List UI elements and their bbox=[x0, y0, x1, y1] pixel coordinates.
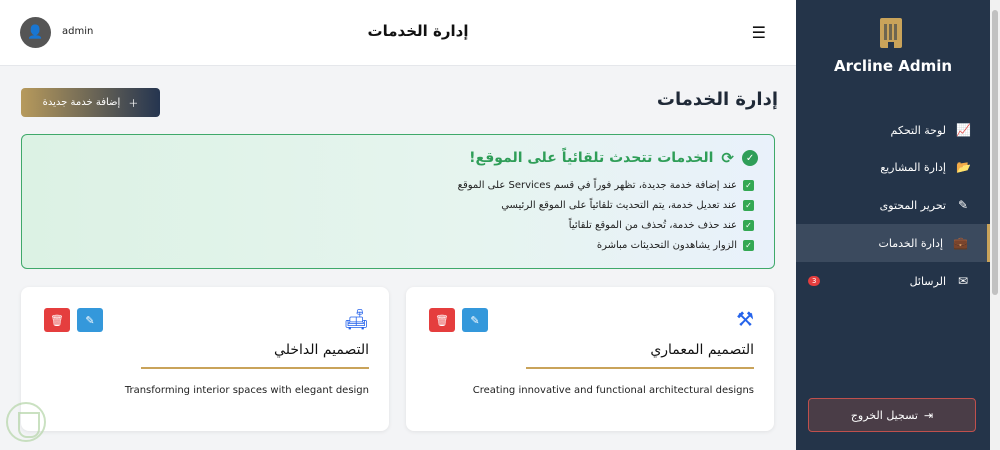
service-title: التصميم الداخلي bbox=[274, 342, 369, 358]
edit-button[interactable]: ✎ bbox=[77, 308, 103, 332]
page-title: إدارة الخدمات bbox=[656, 89, 778, 110]
brand-title: Arcline Admin bbox=[833, 57, 953, 75]
service-card: ⚒ 🗑 ✎ التصميم المعماري Creating innovati… bbox=[406, 287, 774, 431]
header-title: إدارة الخدمات bbox=[367, 22, 469, 40]
hamburger-menu-icon[interactable]: ☰ bbox=[752, 23, 766, 42]
divider bbox=[526, 367, 754, 369]
sidebar-item-projects[interactable]: إدارة المشاريع 📂 bbox=[796, 148, 990, 186]
auto-update-alert: ✓ ⟳ الخدمات تتحدث تلقائياً على الموقع! ✓… bbox=[21, 134, 775, 269]
alert-list-item: ✓ عند إضافة خدمة جديدة، تظهر فوراً في قسم… bbox=[38, 175, 754, 195]
service-title: التصميم المعماري bbox=[650, 342, 754, 358]
edit-button[interactable]: ✎ bbox=[462, 308, 488, 332]
add-service-label: إضافة خدمة جديدة bbox=[42, 97, 121, 108]
alert-list-item: ✓ عند تعديل خدمة، يتم التحديث تلقائياً عل… bbox=[38, 195, 754, 215]
plus-icon: ＋ bbox=[128, 99, 139, 110]
briefcase-icon: 💼 bbox=[953, 236, 968, 250]
chart-line-icon: 📈 bbox=[956, 123, 971, 137]
sidebar-item-label: إدارة الخدمات bbox=[878, 236, 943, 250]
sidebar-item-label: الرسائل bbox=[909, 274, 946, 288]
folder-icon: 📂 bbox=[956, 160, 971, 174]
edit-icon: ✎ bbox=[470, 313, 480, 327]
sign-out-icon: ⇥ bbox=[923, 408, 934, 422]
scrollbar[interactable] bbox=[990, 0, 1000, 450]
sidebar-item-content[interactable]: تحرير المحتوى ✎ bbox=[796, 186, 990, 224]
checkbox-icon: ✓ bbox=[743, 179, 754, 191]
sofa-icon: 🛋 bbox=[343, 307, 369, 331]
delete-button[interactable]: 🗑 bbox=[429, 308, 455, 332]
alert-list: ✓ عند إضافة خدمة جديدة، تظهر فوراً في قسم… bbox=[38, 175, 754, 255]
service-description: Creating innovative and functional archi… bbox=[472, 385, 754, 396]
service-card: 🛋 🗑 ✎ التصميم الداخلي Transforming inter… bbox=[21, 287, 389, 431]
sidebar-item-label: إدارة المشاريع bbox=[880, 160, 946, 174]
messages-badge: 3 bbox=[808, 276, 821, 286]
edit-icon: ✎ bbox=[957, 198, 969, 212]
service-description: Transforming interior spaces with elegan… bbox=[124, 385, 369, 396]
building-icon bbox=[880, 18, 902, 48]
checkbox-icon: ✓ bbox=[743, 219, 754, 231]
drafting-compass-icon: ⚒ bbox=[736, 307, 754, 331]
alert-list-item: ✓ عند حذف خدمة، تُحذف من الموقع تلقائياً bbox=[38, 215, 754, 235]
alert-title: الخدمات تتحدث تلقائياً على الموقع! bbox=[469, 150, 714, 166]
watermark-logo bbox=[6, 402, 46, 442]
delete-button[interactable]: 🗑 bbox=[44, 308, 70, 332]
divider bbox=[141, 367, 369, 369]
alert-list-item: ✓ الزوار يشاهدون التحديثات مباشرة bbox=[38, 235, 754, 255]
edit-icon: ✎ bbox=[85, 313, 95, 327]
sidebar-item-label: لوحة التحكم bbox=[890, 123, 946, 137]
scrollbar-thumb[interactable] bbox=[992, 10, 998, 295]
add-service-button[interactable]: إضافة خدمة جديدة ＋ bbox=[21, 88, 160, 117]
logout-label: تسجيل الخروج bbox=[850, 408, 918, 422]
check-circle-icon: ✓ bbox=[742, 150, 758, 166]
sidebar-item-services[interactable]: إدارة الخدمات 💼 bbox=[796, 224, 990, 262]
envelope-icon: ✉ bbox=[957, 274, 969, 288]
checkbox-icon: ✓ bbox=[743, 199, 754, 211]
trash-icon: 🗑 bbox=[50, 313, 64, 327]
sidebar: Arcline Admin لوحة التحكم 📈 إدارة المشار… bbox=[796, 0, 990, 450]
checkbox-icon: ✓ bbox=[743, 239, 754, 251]
sync-icon: ⟳ bbox=[721, 149, 734, 167]
sidebar-item-messages[interactable]: 3 الرسائل ✉ bbox=[796, 262, 990, 300]
sidebar-item-dashboard[interactable]: لوحة التحكم 📈 bbox=[796, 111, 990, 149]
logout-button[interactable]: تسجيل الخروج ⇥ bbox=[808, 398, 976, 432]
top-bar: 👤 admin إدارة الخدمات ☰ bbox=[0, 0, 796, 66]
sidebar-item-label: تحرير المحتوى bbox=[879, 198, 946, 212]
trash-icon: 🗑 bbox=[435, 313, 449, 327]
